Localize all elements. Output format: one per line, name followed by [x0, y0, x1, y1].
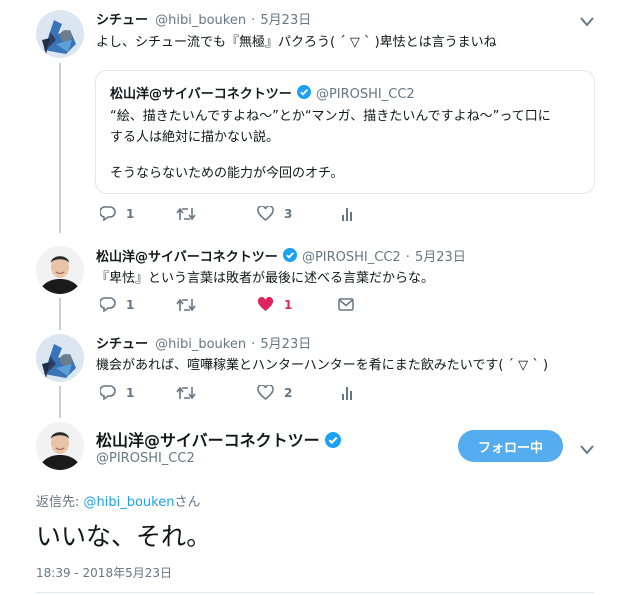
quoted-text-line-1: “絵、描きたいんですよね～”とか“マンガ、描きたいんですよね～”って口に — [110, 109, 551, 124]
heart-filled-icon — [257, 297, 274, 311]
avatar-piroshi-cc2[interactable] — [36, 246, 84, 294]
handle[interactable]: @PIROSHI_CC2 — [302, 250, 401, 265]
quoted-tweet[interactable]: 松山洋@サイバーコネクトツー @PIROSHI_CC2 “絵、描きたいんですよね… — [95, 70, 595, 194]
reply-to-prefix: 返信先: — [36, 495, 84, 510]
separator: · — [405, 250, 410, 265]
analytics-icon — [342, 387, 352, 400]
avatar-image — [36, 246, 84, 294]
reply-count: 1 — [126, 297, 135, 312]
retweet-button[interactable] — [176, 298, 196, 312]
tweet-timestamp[interactable]: 18:39 - 2018年5月23日 — [36, 564, 172, 581]
like-button[interactable]: 1 — [257, 297, 292, 312]
reply-count: 1 — [126, 385, 135, 400]
quoted-handle: @PIROSHI_CC2 — [315, 87, 415, 102]
thread-line — [59, 63, 61, 233]
avatar-image — [36, 334, 84, 382]
reply-icon — [100, 206, 116, 221]
quoted-text-line-3: そうならないための能力が今回のオチ。 — [110, 166, 344, 181]
divider — [36, 592, 594, 593]
quoted-display-name: 松山洋@サイバーコネクトツー — [110, 87, 292, 102]
chevron-down-icon[interactable] — [580, 440, 600, 456]
heart-icon — [257, 206, 274, 221]
quoted-text-line-2: する人は絶対に描かない説。 — [110, 130, 280, 145]
avatar-piroshi-cc2[interactable] — [36, 422, 84, 470]
tweet-date[interactable]: 5月23日 — [260, 337, 311, 352]
like-count: 3 — [284, 206, 293, 221]
reply-to-suffix: さん — [174, 495, 201, 510]
following-button[interactable]: フォロー中 — [458, 430, 563, 462]
analytics-icon — [342, 208, 352, 221]
tweet-text: 機会があれば、喧嘩稼業とハンターハンターを肴にまた飲みたいです( ´ ▽ ` ) — [96, 358, 549, 373]
retweet-icon — [176, 298, 196, 312]
retweet-icon — [176, 386, 196, 400]
reply-icon — [100, 385, 116, 400]
avatar-image — [36, 10, 84, 58]
thread-line — [59, 298, 61, 330]
envelope-icon — [338, 298, 354, 311]
reply-to: 返信先: @hibi_boukenさん — [36, 491, 201, 510]
chevron-down-icon[interactable] — [580, 12, 600, 28]
tweet-text: よし、シチュー流でも『無極』パクろう( ´ ▽ ` )卑怯とは言うまいね — [96, 35, 497, 50]
avatar-hibi-bouken[interactable] — [36, 334, 84, 382]
display-name[interactable]: シチュー — [96, 337, 148, 352]
heart-icon — [257, 385, 274, 400]
main-tweet-text: いいな、それ。 — [36, 522, 212, 551]
retweet-icon — [176, 207, 196, 221]
like-button[interactable]: 2 — [257, 385, 292, 400]
analytics-button[interactable] — [341, 386, 353, 401]
like-button[interactable]: 3 — [257, 206, 292, 221]
retweet-button[interactable] — [176, 386, 196, 400]
verified-badge-icon — [282, 247, 297, 266]
display-name[interactable]: シチュー — [96, 13, 148, 28]
reply-button[interactable]: 1 — [100, 206, 134, 221]
separator: · — [251, 13, 256, 28]
separator: · — [251, 337, 256, 352]
reply-button[interactable]: 1 — [100, 385, 134, 400]
analytics-button[interactable] — [341, 207, 353, 222]
reply-count: 1 — [126, 206, 135, 221]
reply-to-handle-link[interactable]: @hibi_bouken — [84, 495, 175, 510]
display-name[interactable]: 松山洋@サイバーコネクトツー — [96, 431, 320, 450]
reply-button[interactable]: 1 — [100, 297, 134, 312]
retweet-button[interactable] — [176, 207, 196, 221]
handle[interactable]: @hibi_bouken — [155, 13, 246, 28]
tweet-text: 『卑怯』という言葉は敗者が最後に述べる言葉だからな。 — [96, 271, 435, 286]
avatar-image — [36, 422, 84, 470]
display-name[interactable]: 松山洋@サイバーコネクトツー — [96, 250, 278, 265]
handle[interactable]: @hibi_bouken — [155, 337, 246, 352]
reply-icon — [100, 297, 116, 312]
message-button[interactable] — [338, 298, 354, 311]
like-count: 2 — [284, 385, 293, 400]
verified-badge-icon — [296, 84, 311, 103]
handle[interactable]: @PIROSHI_CC2 — [96, 451, 195, 466]
like-count: 1 — [284, 297, 293, 312]
avatar-hibi-bouken[interactable] — [36, 10, 84, 58]
thread-line — [59, 386, 61, 418]
tweet-date[interactable]: 5月23日 — [415, 250, 466, 265]
verified-badge-icon — [324, 431, 341, 452]
tweet-date[interactable]: 5月23日 — [260, 13, 311, 28]
